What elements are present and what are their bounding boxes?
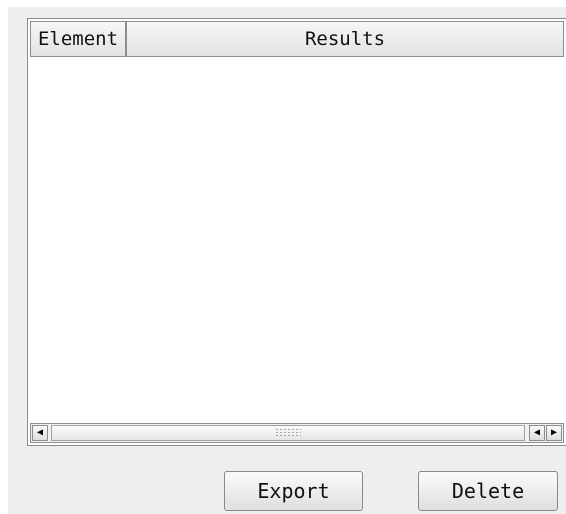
scroll-right-button[interactable]: ▶	[546, 425, 562, 441]
column-header-element[interactable]: Element	[30, 21, 126, 57]
results-table: Element Results ◀ ◀ ▶	[27, 18, 566, 446]
scrollbar-thumb[interactable]	[51, 425, 525, 441]
horizontal-scrollbar[interactable]: ◀ ◀ ▶	[30, 423, 564, 443]
arrow-left-icon: ◀	[36, 427, 44, 438]
column-header-label: Element	[37, 28, 119, 50]
scroll-left-button-secondary[interactable]: ◀	[529, 425, 545, 441]
delete-button-label: Delete	[451, 479, 525, 503]
export-button[interactable]: Export	[224, 471, 363, 511]
table-header: Element Results	[30, 21, 564, 57]
column-header-results[interactable]: Results	[126, 21, 564, 57]
grip-icon	[275, 428, 301, 438]
table-body	[30, 57, 564, 423]
export-button-label: Export	[257, 479, 330, 503]
arrow-left-icon: ◀	[533, 427, 541, 438]
delete-button[interactable]: Delete	[418, 471, 558, 511]
arrow-right-icon: ▶	[550, 427, 558, 438]
results-panel: Element Results ◀ ◀ ▶ Export Delete	[8, 7, 566, 514]
column-header-label: Results	[304, 28, 386, 50]
scroll-left-button[interactable]: ◀	[32, 425, 48, 441]
